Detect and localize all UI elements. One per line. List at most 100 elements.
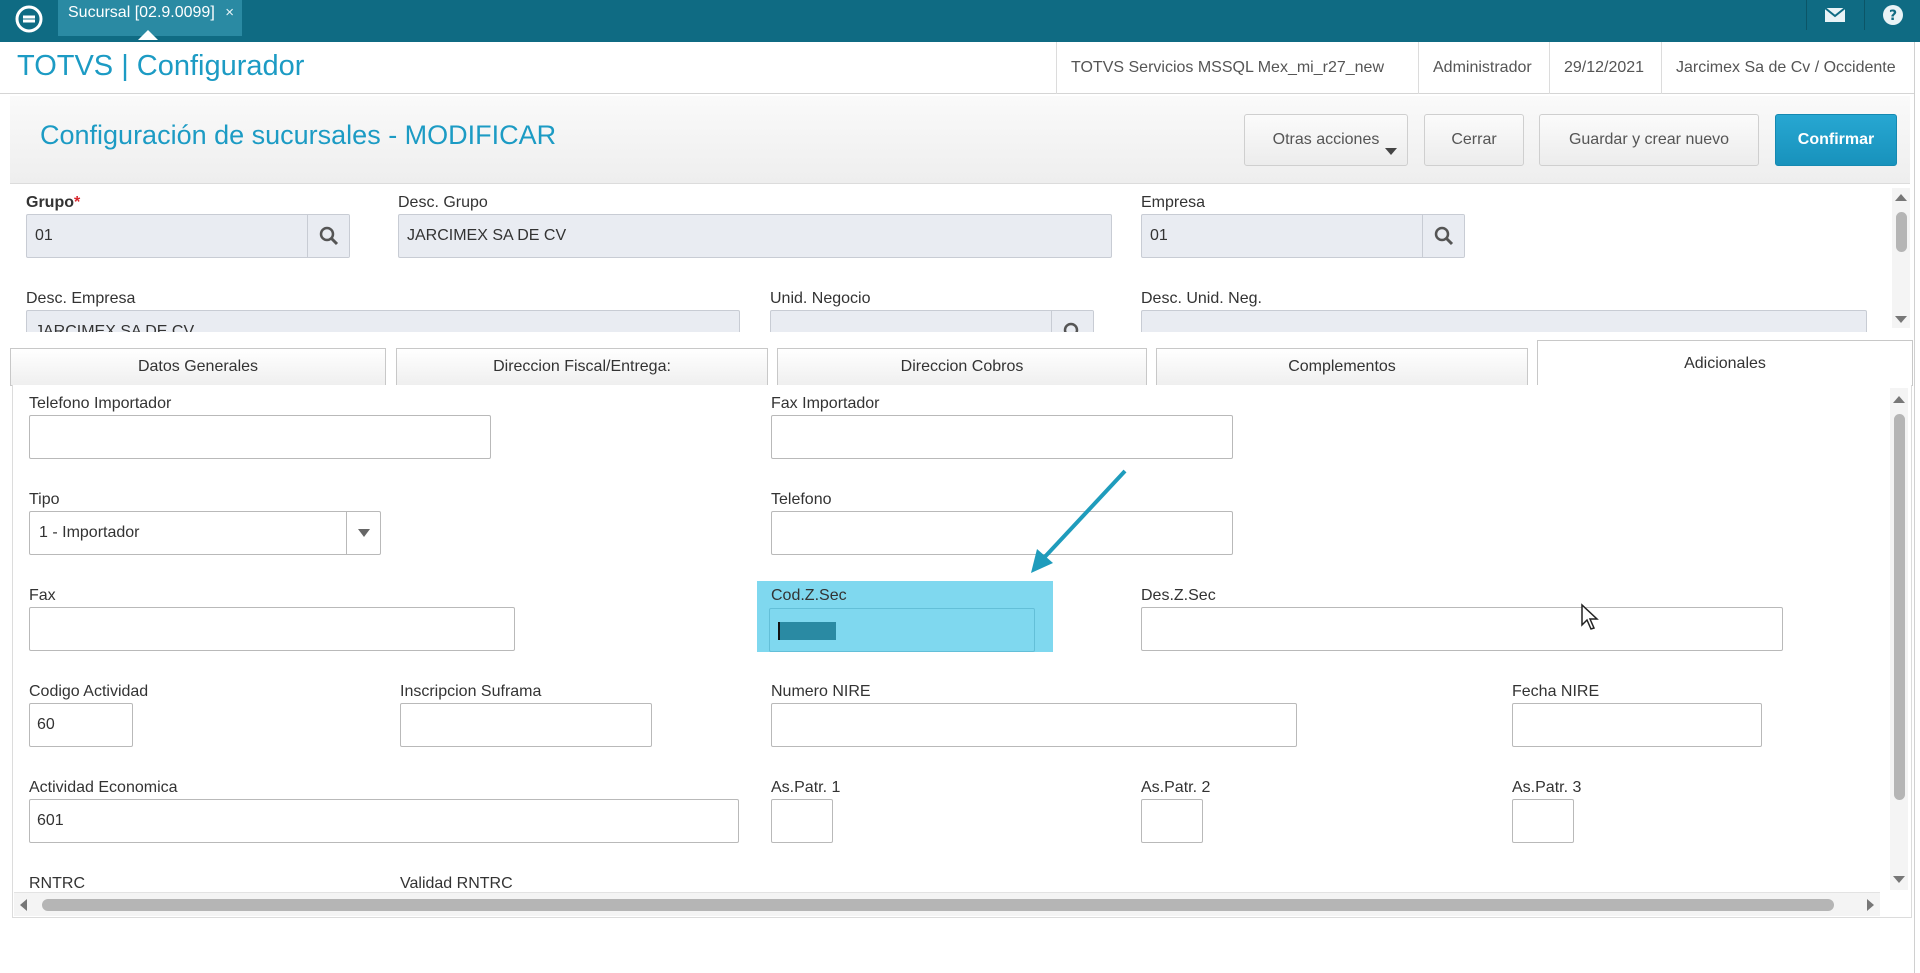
mouse-cursor-icon [1581,603,1599,630]
desc-grupo-label: Desc. Grupo [398,194,488,211]
numero-nire-input[interactable] [771,703,1297,747]
app-brand: TOTVS | Configurador [17,50,305,82]
codigo-actividad-input[interactable]: 60 [29,703,133,747]
close-button[interactable]: Cerrar [1424,114,1524,166]
telefono-label: Telefono [771,491,832,508]
fecha-nire-label: Fecha NIRE [1512,683,1600,700]
tab-datos-generales[interactable]: Datos Generales [10,348,386,386]
annotation-arrow-icon [1031,469,1127,573]
tab-direccion-cobros[interactable]: Direccion Cobros [777,348,1147,386]
calendar-icon[interactable] [1704,716,1753,746]
actividad-economica-label: Actividad Economica [29,779,178,796]
empresa-label: Empresa [1141,194,1206,211]
save-and-new-button[interactable]: Guardar y crear nuevo [1539,114,1759,166]
confirm-button[interactable]: Confirmar [1775,114,1897,166]
tab-adicionales[interactable]: Adicionales [1537,340,1913,386]
tipo-select[interactable]: 1 - Importador [29,511,381,555]
fax-importador-input[interactable] [771,415,1233,459]
close-tab-icon[interactable]: × [225,0,234,26]
page-title: Configuración de sucursales - MODIFICAR [40,120,557,150]
fecha-nire-input[interactable]: / / [1512,703,1762,747]
environment-label: TOTVS Servicios MSSQL Mex_mi_r27_new [1056,42,1398,94]
inscripcion-suframa-label: Inscripcion Suframa [400,683,542,700]
scroll-thumb[interactable] [1894,414,1905,800]
des-z-sec-label: Des.Z.Sec [1141,587,1216,604]
company-label: Jarcimex Sa de Cv / Occidente [1661,42,1910,94]
scroll-up-icon[interactable] [1895,194,1907,201]
codigo-actividad-label: Codigo Actividad [29,683,149,700]
desc-empresa-label: Desc. Empresa [26,290,136,307]
tab-complementos[interactable]: Complementos [1156,348,1528,386]
fax-label: Fax [29,587,56,604]
title-bar: Configuración de sucursales - MODIFICAR … [10,96,1910,184]
unid-negocio-field[interactable] [770,310,1094,332]
branch-header-form: Grupo* 01 Desc. Grupo JARCIMEX SA DE CV … [10,186,1892,332]
scroll-up-icon[interactable] [1893,396,1905,403]
grupo-value: 01 [35,227,53,244]
telefono-importador-input[interactable] [29,415,491,459]
grupo-label-text: Grupo [26,194,74,211]
chevron-down-icon[interactable] [346,512,380,554]
as-patr-3-input[interactable] [1512,799,1574,843]
upper-form-scrollbar[interactable] [1892,188,1910,328]
text-selection [778,622,836,640]
mail-icon[interactable] [1806,0,1862,30]
numero-nire-label: Numero NIRE [771,683,871,700]
tab-direccion-fiscal[interactable]: Direccion Fiscal/Entrega: [396,348,768,386]
desc-grupo-field[interactable]: JARCIMEX SA DE CV [398,214,1112,258]
as-patr-3-label: As.Patr. 3 [1512,779,1582,796]
desc-unid-neg-label: Desc. Unid. Neg. [1141,290,1262,307]
help-icon[interactable]: ? [1864,0,1920,30]
horizontal-scrollbar[interactable] [14,892,1880,916]
chevron-down-icon [1385,148,1397,155]
document-tab-label: Sucursal [02.9.0099] [68,4,215,21]
empresa-value: 01 [1150,227,1168,244]
actividad-economica-input[interactable]: 601 [29,799,739,843]
panel-scrollbar[interactable] [1890,388,1908,890]
as-patr-1-input[interactable] [771,799,833,843]
empresa-field[interactable]: 01 [1141,214,1465,258]
scroll-left-icon[interactable] [20,899,27,911]
horizontal-scroll-thumb[interactable] [42,899,1834,911]
inscripcion-suframa-input[interactable] [400,703,652,747]
scroll-thumb[interactable] [1896,212,1907,252]
fax-importador-label: Fax Importador [771,395,880,412]
scroll-down-icon[interactable] [1893,876,1905,883]
tab-strip: Datos Generales Direccion Fiscal/Entrega… [10,340,1914,386]
scroll-right-icon[interactable] [1867,899,1874,911]
required-mark: * [74,194,81,211]
date-label: 29/12/2021 [1549,42,1658,94]
other-actions-button[interactable]: Otras acciones [1244,114,1408,166]
adicionales-panel: Telefono Importador Fax Importador Tipo … [12,385,1912,918]
scroll-down-icon[interactable] [1895,316,1907,323]
desc-unid-neg-field[interactable] [1141,310,1867,332]
other-actions-label: Otras acciones [1272,131,1380,148]
search-icon[interactable] [1051,311,1093,332]
cod-z-sec-label: Cod.Z.Sec [771,587,847,604]
search-icon[interactable] [307,215,349,257]
as-patr-2-input[interactable] [1141,799,1203,843]
desc-empresa-field[interactable]: JARCIMEX SA DE CV [26,310,740,332]
totvs-logo-icon[interactable] [14,4,44,34]
fax-input[interactable] [29,607,515,651]
as-patr-1-label: As.Patr. 1 [771,779,841,796]
user-label: Administrador [1418,42,1546,94]
app-header: TOTVS | Configurador TOTVS Servicios MSS… [0,42,1920,94]
tipo-value: 1 - Importador [39,524,140,541]
tipo-label: Tipo [29,491,60,508]
search-icon[interactable] [1422,215,1464,257]
telefono-input[interactable] [771,511,1233,555]
window-border [1914,42,1920,973]
unid-negocio-label: Unid. Negocio [770,290,871,307]
tab-pointer [138,30,158,40]
des-z-sec-input[interactable] [1141,607,1783,651]
telefono-importador-label: Telefono Importador [29,395,172,412]
cod-z-sec-input[interactable] [769,608,1035,652]
validad-rntrc-label: Validad RNTRC [400,875,513,892]
grupo-label: Grupo* [26,194,80,212]
rntrc-label: RNTRC [29,875,85,892]
svg-text:?: ? [1888,8,1896,24]
grupo-field[interactable]: 01 [26,214,350,258]
as-patr-2-label: As.Patr. 2 [1141,779,1211,796]
top-bar: Sucursal [02.9.0099] × ? [0,0,1920,42]
